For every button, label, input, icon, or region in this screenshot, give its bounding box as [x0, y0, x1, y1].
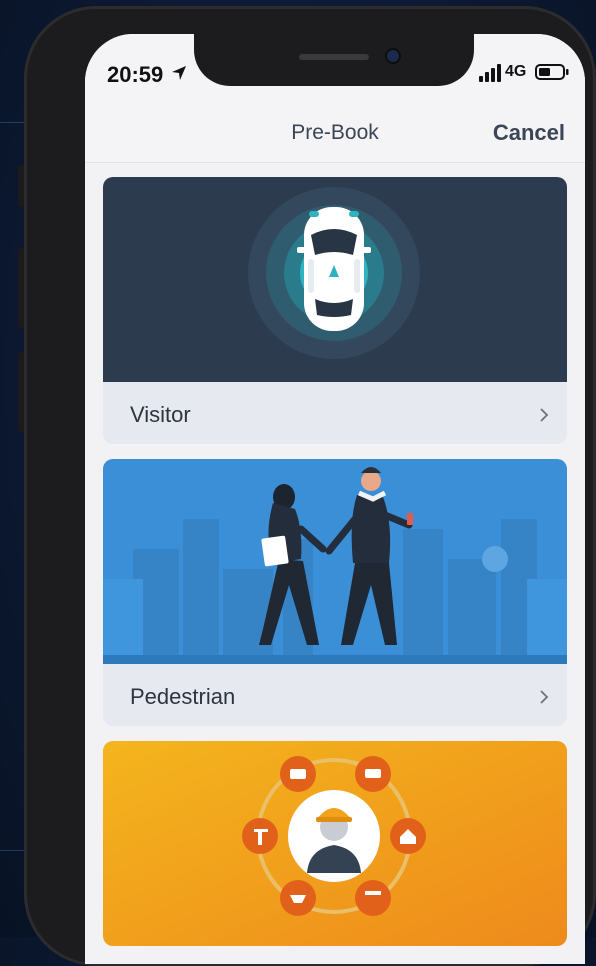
phone-notch — [194, 28, 474, 86]
status-time: 20:59 — [107, 62, 164, 87]
chevron-right-icon — [540, 690, 549, 704]
contractor-card[interactable] — [103, 741, 567, 946]
front-camera — [387, 50, 399, 62]
navigation-bar: Pre-Book Cancel — [85, 104, 585, 163]
pedestrian-card[interactable]: Pedestrian — [103, 459, 567, 726]
battery-icon — [535, 64, 569, 80]
signal-bars-icon — [479, 64, 501, 82]
card-label-pedestrian: Pedestrian — [130, 684, 236, 709]
location-arrow-icon — [172, 66, 186, 80]
card-footer: Pedestrian — [103, 664, 567, 726]
chevron-right-icon — [540, 408, 549, 422]
contractor-tools-illustration — [103, 741, 567, 946]
app-screen: 20:59 4G Pre-Book Cancel Visitor Pedestr… — [85, 34, 585, 964]
speaker-grille — [299, 54, 369, 60]
walking-couple-illustration — [103, 459, 567, 664]
network-type: 4G — [505, 63, 527, 80]
visitor-card[interactable]: Visitor — [103, 177, 567, 444]
card-label-visitor: Visitor — [130, 402, 191, 427]
car-top-view-illustration — [103, 177, 567, 382]
phone-frame: 20:59 4G Pre-Book Cancel Visitor Pedestr… — [24, 6, 596, 966]
cancel-button[interactable]: Cancel — [493, 120, 565, 146]
card-footer: Visitor — [103, 382, 567, 444]
